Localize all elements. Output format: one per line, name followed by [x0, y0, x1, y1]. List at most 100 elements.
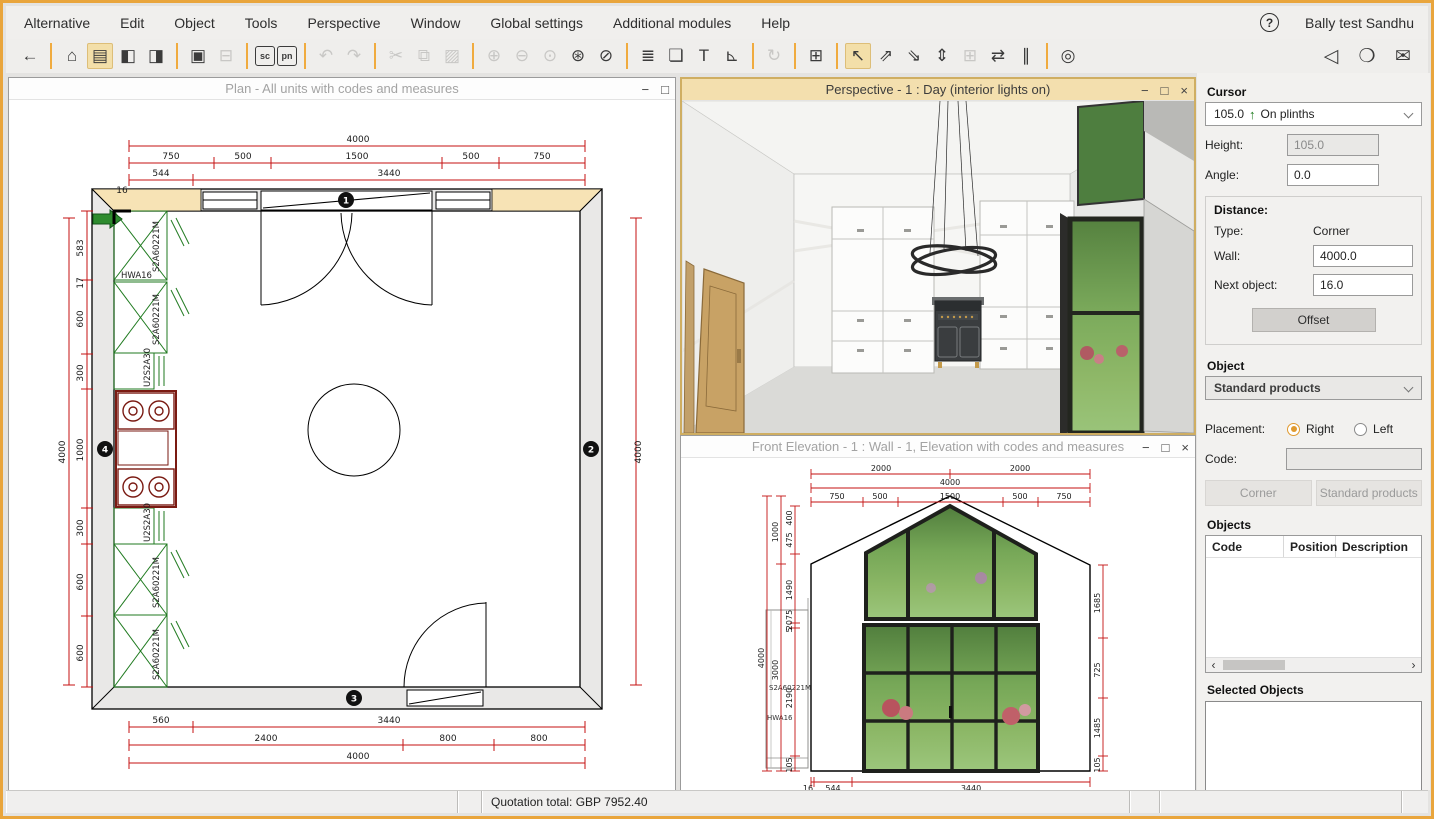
scroll-right-icon[interactable]: ›	[1406, 658, 1421, 672]
room-plan-icon[interactable]: ⌂	[59, 43, 85, 69]
email-icon[interactable]: ✉	[1390, 43, 1416, 69]
save-icon[interactable]: ▣	[185, 43, 211, 69]
plan-window-titlebar[interactable]: Plan - All units with codes and measures…	[9, 78, 675, 100]
redo-icon[interactable]: ↷	[341, 43, 367, 69]
menu-window[interactable]: Window	[411, 15, 461, 31]
perspective-canvas[interactable]	[682, 101, 1194, 433]
units-view-icon[interactable]: ▤	[87, 43, 113, 69]
placement-right-radio[interactable]	[1287, 423, 1300, 436]
perspective-window-title: Perspective - 1 : Day (interior lights o…	[826, 82, 1051, 97]
undo-icon[interactable]: ↶	[313, 43, 339, 69]
objects-table[interactable]: Code Position Description ‹ ›	[1205, 535, 1422, 673]
objects-table-hscrollbar[interactable]: ‹ ›	[1206, 657, 1421, 672]
perspective-window: Perspective - 1 : Day (interior lights o…	[680, 77, 1196, 435]
panorama-icon[interactable]: pn	[277, 46, 297, 66]
elevation-canvas[interactable]: S2A60221M HWA16 20002000 4	[681, 458, 1195, 792]
maximize-icon[interactable]: □	[1161, 83, 1169, 98]
angle-field[interactable]	[1287, 164, 1379, 186]
svg-text:105: 105	[785, 757, 794, 772]
svg-text:300: 300	[76, 364, 86, 381]
user-name[interactable]: Bally test Sandhu	[1305, 15, 1414, 31]
cursor-mode-dropdown[interactable]: 105.0 ↑ On plinths	[1205, 102, 1422, 126]
maximize-icon[interactable]: □	[1162, 440, 1170, 455]
menu-global-settings[interactable]: Global settings	[490, 15, 583, 31]
menu-perspective[interactable]: Perspective	[307, 15, 380, 31]
cut-icon[interactable]: ✂	[383, 43, 409, 69]
back-icon[interactable]: ←	[17, 43, 43, 69]
zoom-previous-icon[interactable]: ⊘	[593, 43, 619, 69]
scrollbar-thumb[interactable]	[1223, 660, 1285, 670]
tape-measure-icon[interactable]: ◎	[1055, 43, 1081, 69]
standard-products-button[interactable]: Standard products	[1316, 480, 1423, 506]
wall-angle-a-icon[interactable]: ⇗	[873, 43, 899, 69]
side-view-icon[interactable]: ◨	[143, 43, 169, 69]
help-icon[interactable]: ?	[1260, 13, 1279, 32]
dimension-tool-icon[interactable]: ⊾	[719, 43, 745, 69]
copy-icon[interactable]: ⧉	[411, 43, 437, 69]
menu-alternative[interactable]: Alternative	[24, 15, 90, 31]
column-position[interactable]: Position	[1284, 536, 1336, 557]
svg-text:1000: 1000	[771, 522, 780, 542]
close-icon[interactable]: ×	[1180, 83, 1188, 98]
zoom-window-icon[interactable]: ⊙	[537, 43, 563, 69]
maximize-icon[interactable]: □	[661, 82, 669, 97]
svg-text:560: 560	[152, 716, 169, 726]
minimize-icon[interactable]: −	[1142, 440, 1150, 455]
scroll-left-icon[interactable]: ‹	[1206, 658, 1221, 672]
select-cursor-icon[interactable]: ↖	[845, 43, 871, 69]
offset-button[interactable]: Offset	[1252, 308, 1376, 332]
calculator-icon[interactable]: ⊞	[803, 43, 829, 69]
menu-object[interactable]: Object	[174, 15, 214, 31]
corner-button[interactable]: Corner	[1205, 480, 1312, 506]
print-icon[interactable]: ⊟	[213, 43, 239, 69]
rotate-icon[interactable]: ↻	[761, 43, 787, 69]
menu-tools[interactable]: Tools	[245, 15, 278, 31]
comment-icon[interactable]: ❏	[663, 43, 689, 69]
wall-attach-icon[interactable]: ⇄	[985, 43, 1011, 69]
zoom-in-icon[interactable]: ⊕	[481, 43, 507, 69]
minimize-icon[interactable]: −	[642, 82, 650, 97]
feedback-icon[interactable]: ❍	[1354, 43, 1380, 69]
code-field[interactable]	[1286, 448, 1422, 470]
wall-distance-field[interactable]	[1313, 245, 1413, 267]
selected-objects-box[interactable]	[1205, 701, 1422, 790]
properties-sidebar: Cursor 105.0 ↑ On plinths Height: Angle:…	[1197, 73, 1430, 790]
elevation-window-titlebar[interactable]: Front Elevation - 1 : Wall - 1, Elevatio…	[681, 436, 1195, 458]
column-description[interactable]: Description	[1336, 536, 1421, 557]
svg-text:725: 725	[1093, 662, 1102, 677]
screen-capture-icon[interactable]: sc	[255, 46, 275, 66]
menu-additional-modules[interactable]: Additional modules	[613, 15, 731, 31]
main-toolbar: ← ⌂ ▤ ◧ ◨ ▣ ⊟ sc pn ↶ ↷ ✂ ⧉ ▨	[6, 39, 1428, 73]
wall-angle-b-icon[interactable]: ⇘	[901, 43, 927, 69]
wall-vertical-icon[interactable]: ⇕	[929, 43, 955, 69]
svg-text:17: 17	[76, 277, 86, 288]
grid-icon[interactable]: ⊞	[957, 43, 983, 69]
zoom-all-icon[interactable]: ⊛	[565, 43, 591, 69]
notes-icon[interactable]: ≣	[635, 43, 661, 69]
svg-text:800: 800	[530, 734, 547, 744]
text-tool-icon[interactable]: T	[691, 43, 717, 69]
svg-text:S2A60221M: S2A60221M	[152, 629, 162, 680]
minimize-icon[interactable]: −	[1141, 83, 1149, 98]
placement-left-radio[interactable]	[1354, 423, 1367, 436]
next-object-field[interactable]	[1313, 274, 1413, 296]
plan-canvas[interactable]: S2A60221M S2A60221M U2S2A30 U2S2A30 S2A6…	[9, 100, 675, 793]
perspective-window-titlebar[interactable]: Perspective - 1 : Day (interior lights o…	[682, 79, 1194, 101]
svg-text:4000: 4000	[347, 752, 370, 762]
close-icon[interactable]: ×	[1181, 440, 1189, 455]
cursor-mode-label: On plinths	[1261, 107, 1315, 121]
status-segment	[1160, 791, 1402, 813]
zoom-out-icon[interactable]: ⊖	[509, 43, 535, 69]
svg-text:1490: 1490	[785, 580, 794, 600]
menu-edit[interactable]: Edit	[120, 15, 144, 31]
paste-icon[interactable]: ▨	[439, 43, 465, 69]
column-code[interactable]: Code	[1206, 536, 1284, 557]
announcements-icon[interactable]: ◁	[1318, 43, 1344, 69]
menu-help[interactable]: Help	[761, 15, 790, 31]
svg-text:600: 600	[76, 310, 86, 327]
frontal-view-icon[interactable]: ◧	[115, 43, 141, 69]
svg-text:2400: 2400	[255, 734, 278, 744]
height-field[interactable]	[1287, 134, 1379, 156]
object-type-dropdown[interactable]: Standard products	[1205, 376, 1422, 400]
parallel-walls-icon[interactable]: ∥	[1013, 43, 1039, 69]
